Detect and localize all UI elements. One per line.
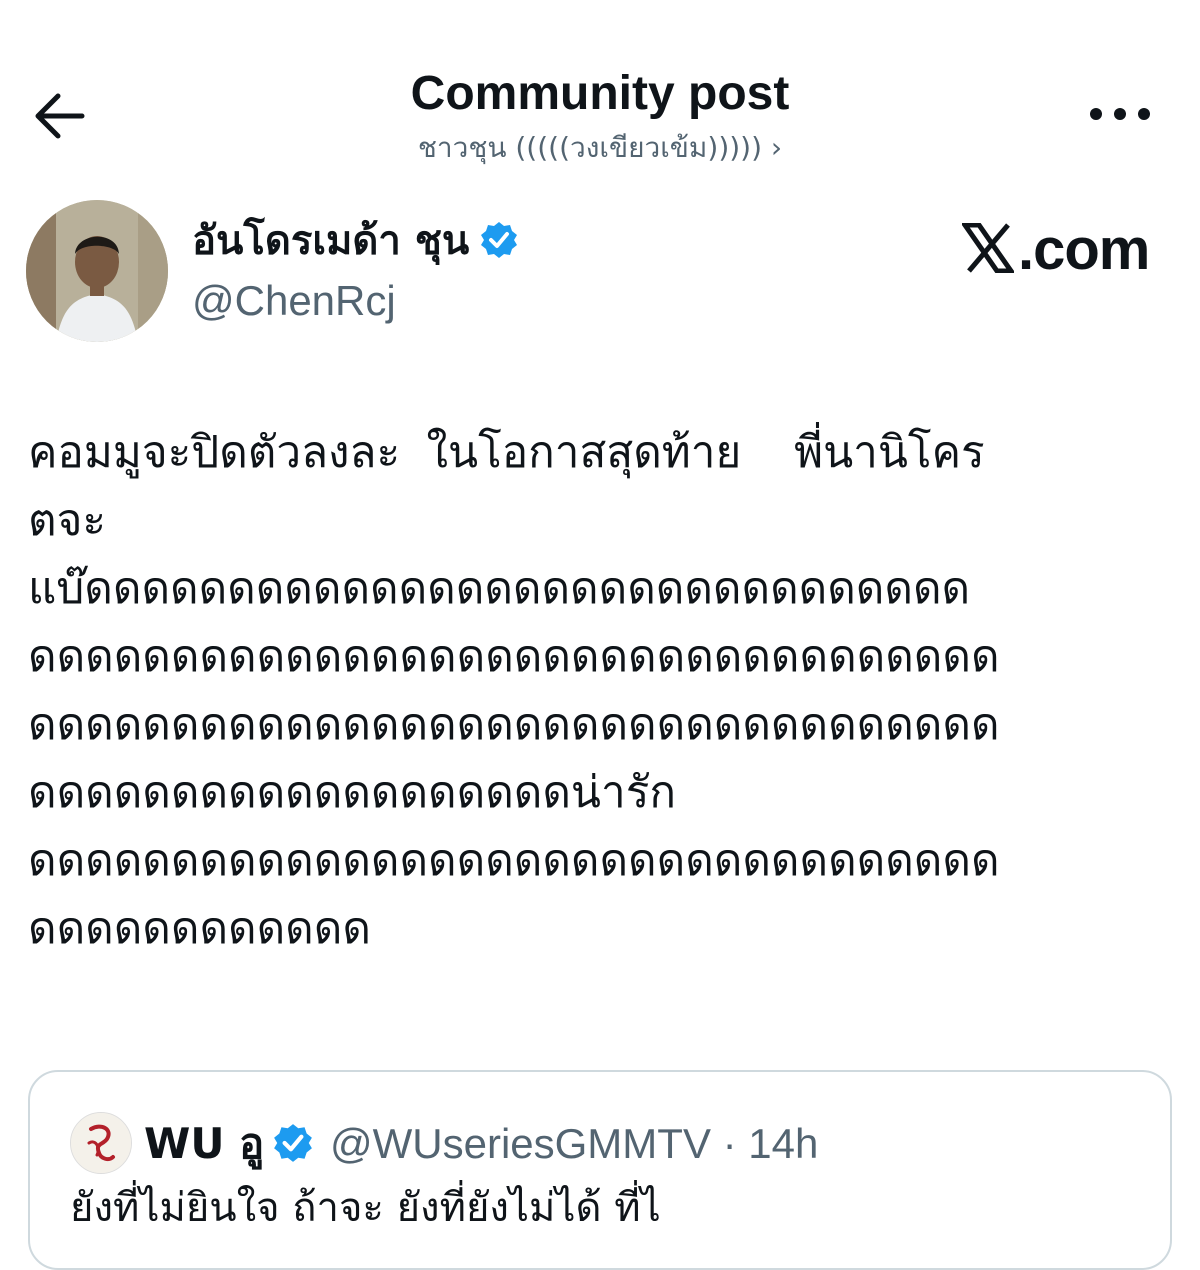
author-display-name: อันโดรเมด้า ชุน xyxy=(192,218,470,264)
quoted-timestamp[interactable]: 14h xyxy=(748,1120,818,1167)
verified-badge-icon xyxy=(274,1124,313,1162)
avatar[interactable] xyxy=(26,200,168,342)
x-logo-icon xyxy=(962,223,1014,273)
quoted-author-name[interactable]: WU อู xyxy=(144,1116,314,1172)
author-row: อันโดรเมด้า ชุน @ChenRcj .com xyxy=(0,195,1200,355)
author-name[interactable]: อันโดรเมด้า ชุน xyxy=(192,213,519,269)
quoted-meta: @WUseriesGMMTV · 14h xyxy=(330,1116,818,1172)
watermark-suffix: .com xyxy=(1018,217,1150,282)
page-title: Community post xyxy=(410,67,790,120)
verified-badge-icon xyxy=(481,222,518,258)
chevron-right-icon: › xyxy=(770,131,783,164)
community-link[interactable]: ชาวชุน (((((วงเขียวเข้ม))))) › xyxy=(0,128,1200,168)
top-bar: Community post ชาวชุน (((((วงเขียวเข้ม))… xyxy=(0,0,1200,190)
quoted-avatar[interactable] xyxy=(70,1112,132,1174)
avatar-photo xyxy=(26,200,168,342)
x-watermark: .com xyxy=(962,221,1150,279)
post-text: คอมมูจะปิดตัวลงละ ในโอกาสสุดท้าย พี่นานิ… xyxy=(28,431,1000,957)
quoted-display-name: WU อู xyxy=(144,1119,265,1168)
more-options-button[interactable] xyxy=(1080,92,1160,136)
quoted-post-card[interactable]: WU อู @WUseriesGMMTV · 14h ยังที่ไม่ยินใ… xyxy=(28,1070,1172,1270)
meta-separator: · xyxy=(722,1120,737,1167)
quoted-handle[interactable]: @WUseriesGMMTV xyxy=(330,1120,711,1167)
community-name: ชาวชุน (((((วงเขียวเข้ม))))) xyxy=(417,131,763,164)
author-handle[interactable]: @ChenRcj xyxy=(192,273,396,329)
quoted-post-text: ยังที่ไม่ยินใจ ถ้าจะ ยังที่ยังไม่ได้ ที่… xyxy=(70,1185,661,1231)
more-dots-icon xyxy=(1090,108,1150,120)
quoted-avatar-logo xyxy=(71,1113,131,1173)
